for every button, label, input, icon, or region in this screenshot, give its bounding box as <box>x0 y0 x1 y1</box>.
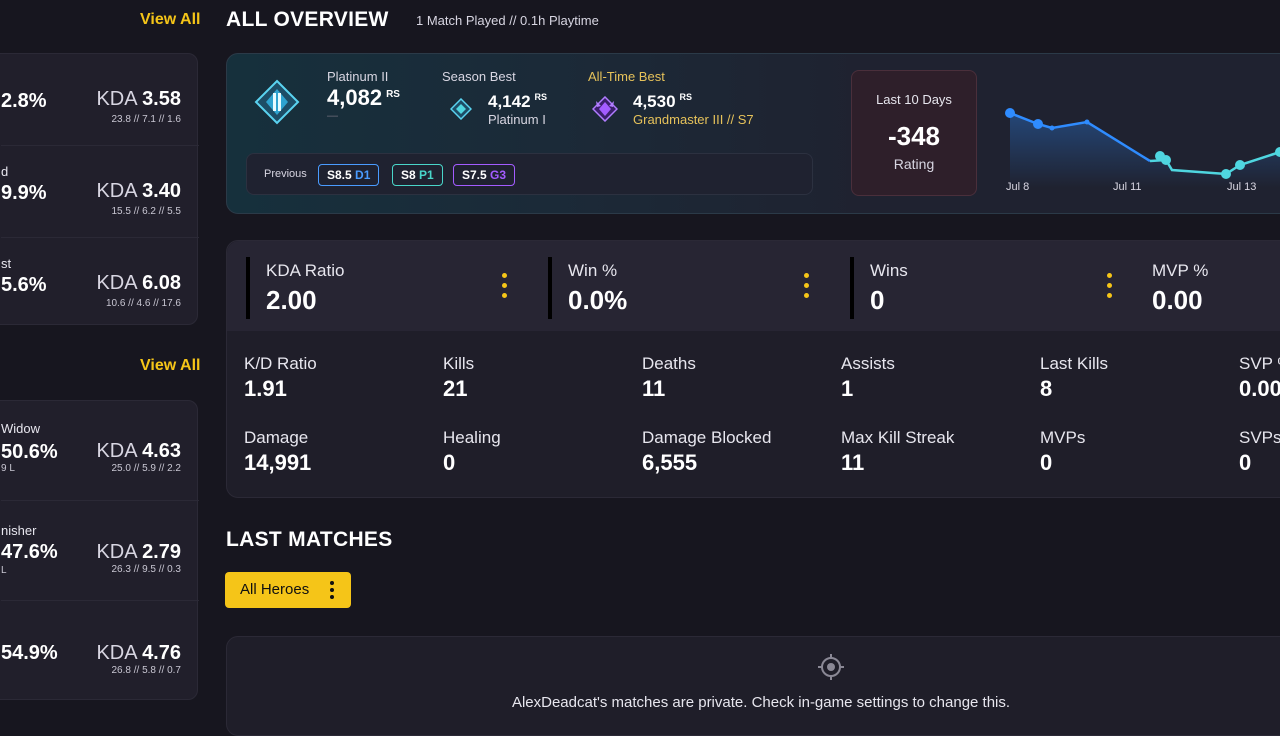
stat-last-kills: Last Kills 8 <box>1040 354 1109 401</box>
hero-kda-breakdown: 26.3 // 9.5 // 0.3 <box>111 564 182 575</box>
last-10-days-value: -348 <box>887 121 941 151</box>
role-kda: KDA 3.40 <box>96 180 181 202</box>
hero-winrate: 47.6% <box>1 541 58 563</box>
role-row[interactable]: d 9.9% KDA 3.40 15.5 // 6.2 // 5.5 <box>1 146 199 238</box>
hero-winrate: 54.9% <box>1 642 58 664</box>
stat-kills: Kills 21 <box>443 354 475 401</box>
filter-label: All Heroes <box>240 581 310 598</box>
more-options-icon[interactable] <box>502 273 508 301</box>
stat-label: Win % <box>568 261 618 280</box>
hero-name: Widow <box>1 421 41 436</box>
stat-label: Wins <box>870 261 908 280</box>
role-kda-breakdown: 15.5 // 6.2 // 5.5 <box>111 206 182 217</box>
top-stat-wins: Wins 0 <box>830 241 1132 331</box>
role-winrate: 5.6% <box>1 274 47 296</box>
last-10-days-sub: Rating <box>893 156 935 172</box>
hero-kda: KDA 4.63 <box>96 440 181 462</box>
role-row[interactable]: 2.8% KDA 3.58 23.8 // 7.1 // 1.6 <box>1 54 199 146</box>
hero-name: nisher <box>1 523 37 538</box>
role-row[interactable]: st 5.6% KDA 6.08 10.6 // 4.6 // 17.6 <box>1 238 199 330</box>
stat-label: MVP % <box>1152 261 1209 280</box>
hero-kda: KDA 4.76 <box>96 642 181 664</box>
hero-record: 9 L <box>1 463 15 474</box>
rating-trend-chart <box>1005 108 1280 188</box>
view-all-link-top[interactable]: View All <box>140 11 200 29</box>
previous-season-pill[interactable]: S7.5 G3 <box>453 164 516 186</box>
stat-kd-ratio: K/D Ratio 1.91 <box>244 354 317 401</box>
heroes-card: Widow 50.6% 9 L KDA 4.63 25.0 // 5.9 // … <box>0 400 199 701</box>
last-matches-title: LAST MATCHES <box>226 528 393 551</box>
all-heroes-filter-button[interactable]: All Heroes <box>225 572 351 608</box>
role-winrate: 9.9% <box>1 182 47 204</box>
trend-x-label: Jul 8 <box>1006 181 1030 193</box>
hero-kda-breakdown: 25.0 // 5.9 // 2.2 <box>111 463 182 474</box>
previous-label: Previous <box>264 168 307 180</box>
more-options-icon[interactable] <box>1107 273 1113 301</box>
role-kda-breakdown: 10.6 // 4.6 // 17.6 <box>105 298 181 309</box>
stat-deaths: Deaths 11 <box>642 354 696 401</box>
view-all-link-heroes[interactable]: View All <box>140 357 200 375</box>
more-options-icon <box>330 581 334 599</box>
overview-title: ALL OVERVIEW <box>226 8 389 31</box>
trend-x-label: Jul 13 <box>1227 181 1257 193</box>
role-kda-breakdown: 23.8 // 7.1 // 1.6 <box>111 114 182 125</box>
stat-healing: Healing 0 <box>443 428 501 475</box>
stat-damage: Damage 14,991 <box>244 428 312 475</box>
hero-kda: KDA 2.79 <box>96 541 181 563</box>
stat-assists: Assists 1 <box>841 354 895 401</box>
private-matches-message: AlexDeadcat's matches are private. Check… <box>511 694 1011 711</box>
current-rank-sub: — <box>327 110 338 122</box>
alltime-best-rank: Grandmaster III // S7 <box>633 112 754 127</box>
top-stat-mvp-pct: MVP % 0.00 <box>1132 241 1280 331</box>
grandmaster-icon <box>591 95 619 123</box>
top-stat-kda-ratio: KDA Ratio 2.00 <box>226 241 528 331</box>
stat-value: 2.00 <box>266 285 317 315</box>
role-name: d <box>1 164 9 179</box>
season-best-value: 4,142 RS <box>488 92 548 111</box>
trend-x-label: Jul 11 <box>1113 181 1142 193</box>
hero-record: L <box>1 565 7 576</box>
stat-mvps: MVPs 0 <box>1040 428 1086 475</box>
hero-row[interactable]: 54.9% KDA 4.76 26.8 // 5.8 // 0.7 <box>1 601 199 701</box>
alltime-best-value: 4,530 RS <box>633 92 693 111</box>
stat-value: 0.00 <box>1152 285 1203 315</box>
stat-svps: SVPs 0 <box>1239 428 1280 475</box>
stat-label: KDA Ratio <box>266 261 345 280</box>
stat-value: 0.0% <box>568 285 628 315</box>
season-best-rank: Platinum I <box>488 112 546 127</box>
role-kda: KDA 3.58 <box>96 88 181 110</box>
hero-winrate: 50.6% <box>1 441 58 463</box>
roles-card: 2.8% KDA 3.58 23.8 // 7.1 // 1.6 d 9.9% … <box>0 53 199 325</box>
hero-row[interactable]: Widow 50.6% 9 L KDA 4.63 25.0 // 5.9 // … <box>1 401 199 501</box>
last-10-days-label: Last 10 Days <box>876 92 952 107</box>
hero-kda-breakdown: 26.8 // 5.8 // 0.7 <box>111 665 182 676</box>
overview-subtitle: 1 Match Played // 0.1h Playtime <box>416 13 599 28</box>
season-best-label: Season Best <box>442 69 516 84</box>
lock-emblem-icon <box>816 652 846 682</box>
stat-svp-pct: SVP %0.00 <box>1239 354 1280 401</box>
stat-value: 0 <box>870 285 885 315</box>
role-winrate: 2.8% <box>1 90 47 112</box>
platinum-rank-icon <box>254 79 300 125</box>
stat-max-kill-streak: Max Kill Streak 11 <box>841 428 955 475</box>
stat-damage-blocked: Damage Blocked 6,555 <box>642 428 772 475</box>
current-rank-label: Platinum II <box>327 69 389 84</box>
previous-season-pill[interactable]: S8.5 D1 <box>318 164 380 186</box>
role-kda: KDA 6.08 <box>96 272 181 294</box>
role-name: st <box>1 256 12 271</box>
hero-row[interactable]: nisher 47.6% L KDA 2.79 26.3 // 9.5 // 0… <box>1 501 199 601</box>
platinum-small-icon <box>449 97 473 121</box>
more-options-icon[interactable] <box>804 273 810 301</box>
matches-private-card <box>226 636 1280 736</box>
previous-season-pill[interactable]: S8 P1 <box>392 164 443 186</box>
current-rank-value: 4,082 RS <box>327 85 400 110</box>
top-stat-win-pct: Win % 0.0% <box>528 241 830 331</box>
alltime-best-label: All-Time Best <box>588 69 665 84</box>
